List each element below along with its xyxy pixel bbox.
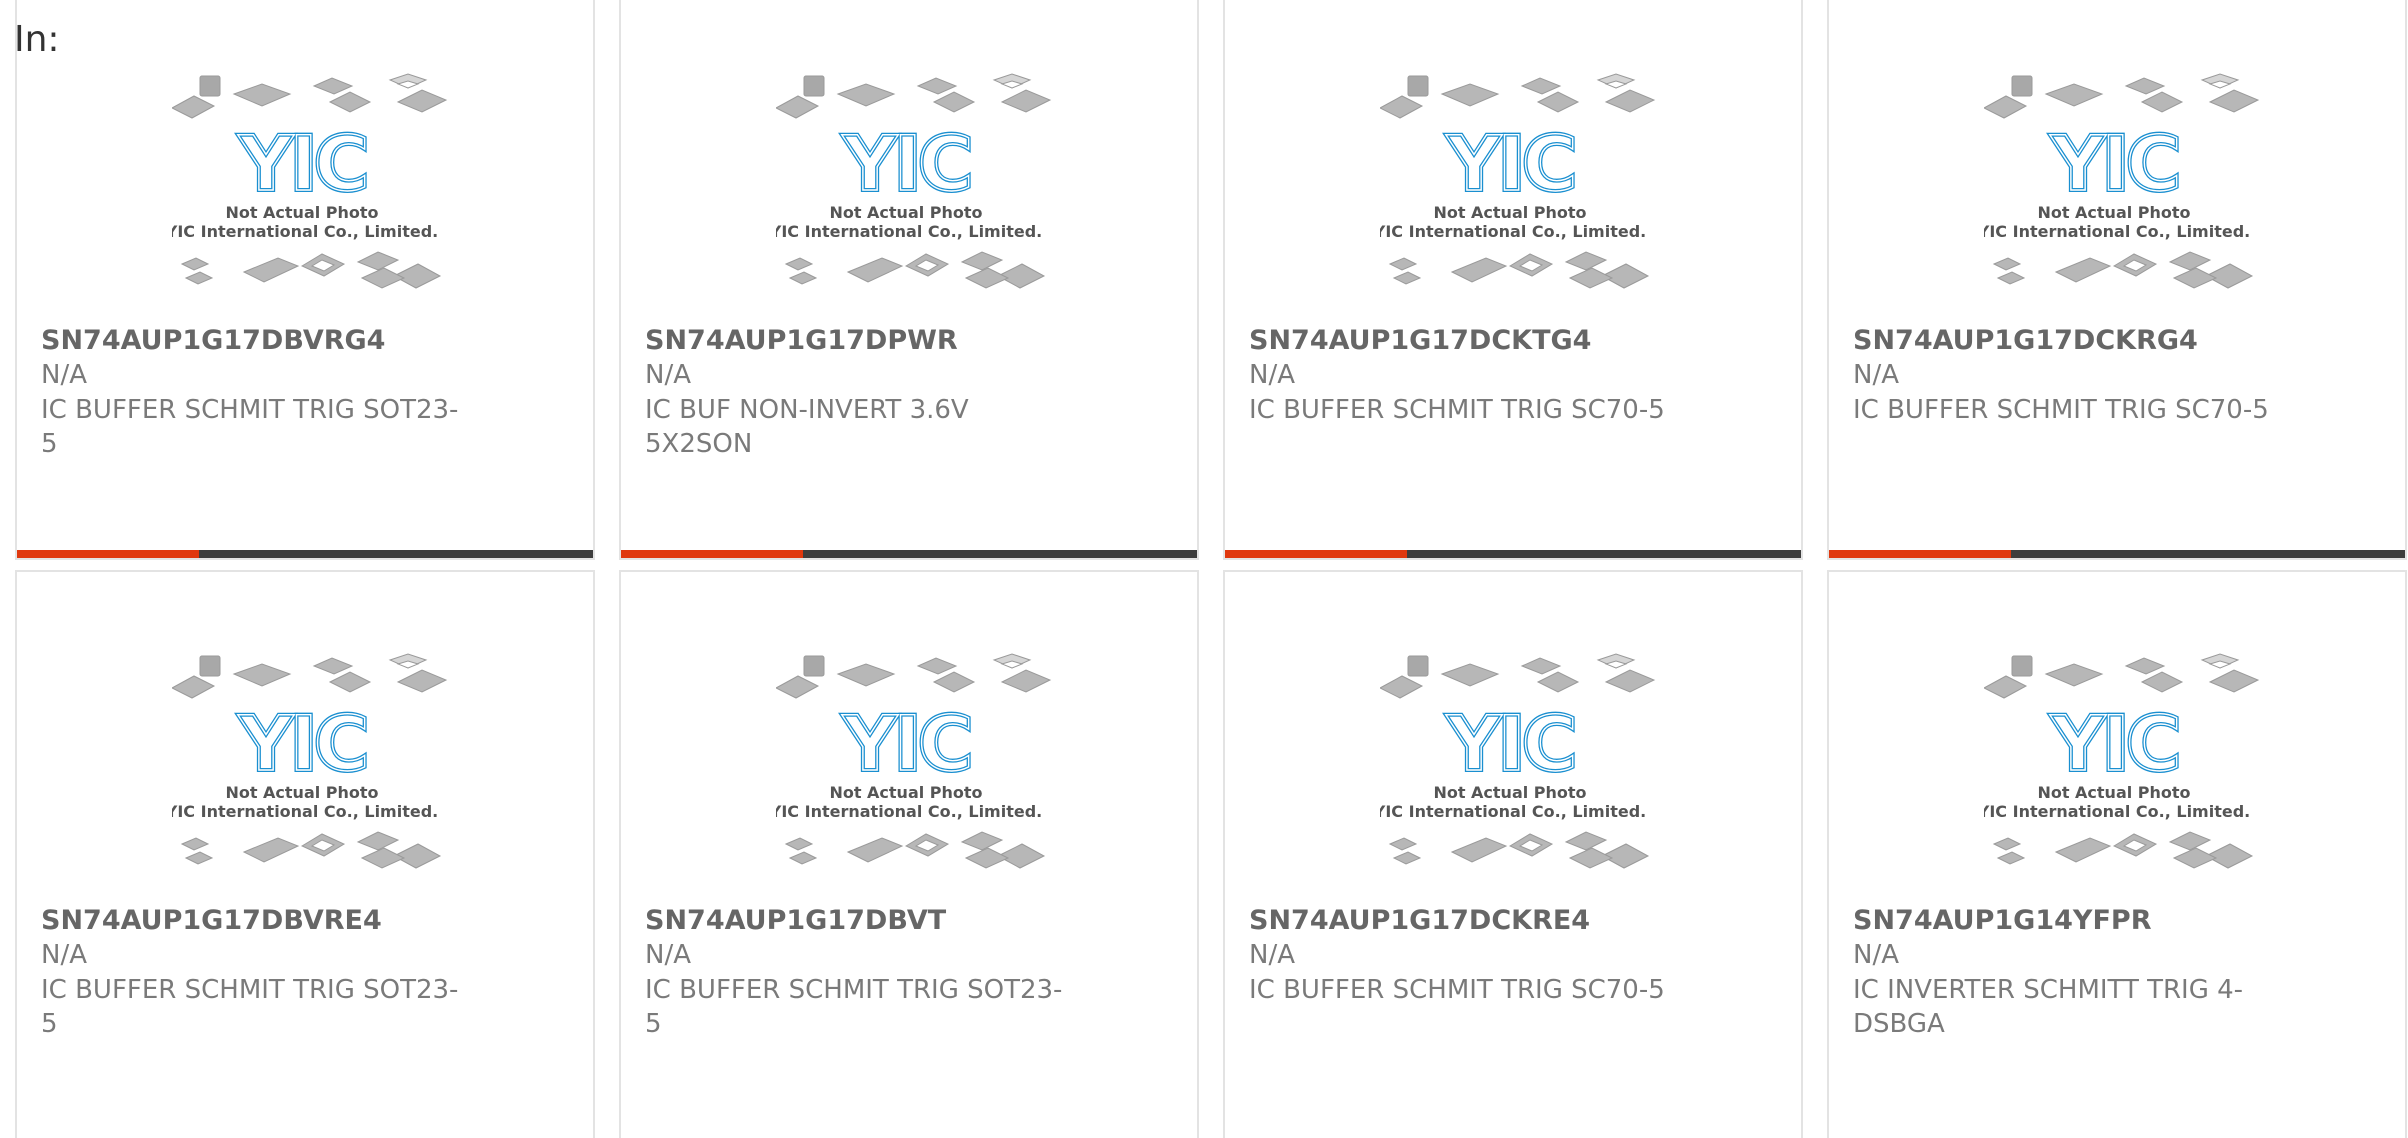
- product-placeholder-image: [1984, 652, 2260, 870]
- product-placeholder-image: [1984, 72, 2260, 290]
- product-card[interactable]: SN74AUP1G17DCKTG4 N/A IC BUFFER SCHMIT T…: [1223, 0, 1803, 560]
- product-grid: SN74AUP1G17DBVRG4 N/A IC BUFFER SCHMIT T…: [15, 0, 2407, 1138]
- manufacturer: N/A: [645, 940, 691, 970]
- manufacturer: N/A: [1853, 360, 1899, 390]
- part-number-link[interactable]: SN74AUP1G17DPWR: [645, 325, 958, 356]
- product-description: IC BUFFER SCHMIT TRIG SOT23-5: [41, 975, 459, 1039]
- product-placeholder-image: [172, 652, 448, 870]
- card-bottom-bar: [621, 550, 1197, 558]
- product-card[interactable]: SN74AUP1G17DBVT N/A IC BUFFER SCHMIT TRI…: [619, 570, 1199, 1138]
- product-description: IC BUFFER SCHMIT TRIG SC70-5: [1249, 975, 1665, 1005]
- product-placeholder-image: [1380, 652, 1656, 870]
- card-bottom-bar: [1829, 550, 2405, 558]
- product-description: IC BUFFER SCHMIT TRIG SC70-5: [1853, 395, 2269, 425]
- manufacturer: N/A: [1249, 940, 1295, 970]
- product-card[interactable]: SN74AUP1G17DBVRG4 N/A IC BUFFER SCHMIT T…: [15, 0, 595, 560]
- part-number-link[interactable]: SN74AUP1G17DBVRE4: [41, 905, 382, 936]
- product-card[interactable]: SN74AUP1G17DCKRG4 N/A IC BUFFER SCHMIT T…: [1827, 0, 2407, 560]
- product-placeholder-image: [776, 652, 1052, 870]
- part-number-link[interactable]: SN74AUP1G14YFPR: [1853, 905, 2152, 936]
- manufacturer: N/A: [645, 360, 691, 390]
- part-number-link[interactable]: SN74AUP1G17DCKTG4: [1249, 325, 1591, 356]
- in-label: In:: [14, 19, 60, 60]
- manufacturer: N/A: [1249, 360, 1295, 390]
- card-accent-bar: [1225, 550, 1407, 558]
- part-number-link[interactable]: SN74AUP1G17DCKRE4: [1249, 905, 1590, 936]
- product-card[interactable]: SN74AUP1G17DCKRE4 N/A IC BUFFER SCHMIT T…: [1223, 570, 1803, 1138]
- card-bottom-bar: [17, 550, 593, 558]
- product-list-page: SN74AUP1G17DBVRG4 N/A IC BUFFER SCHMIT T…: [0, 0, 2408, 1138]
- product-placeholder-image: [172, 72, 448, 290]
- product-placeholder-image: [1380, 72, 1656, 290]
- product-card[interactable]: SN74AUP1G17DPWR N/A IC BUF NON-INVERT 3.…: [619, 0, 1199, 560]
- product-placeholder-image: [776, 72, 1052, 290]
- manufacturer: N/A: [1853, 940, 1899, 970]
- product-description: IC INVERTER SCHMITT TRIG 4-DSBGA: [1853, 975, 2244, 1039]
- card-bottom-bar: [1225, 550, 1801, 558]
- part-number-link[interactable]: SN74AUP1G17DCKRG4: [1853, 325, 2198, 356]
- card-accent-bar: [17, 550, 199, 558]
- card-accent-bar: [1829, 550, 2011, 558]
- product-description: IC BUFFER SCHMIT TRIG SOT23-5: [645, 975, 1063, 1039]
- product-description: IC BUF NON-INVERT 3.6V 5X2SON: [645, 395, 969, 459]
- card-accent-bar: [621, 550, 803, 558]
- part-number-link[interactable]: SN74AUP1G17DBVRG4: [41, 325, 385, 356]
- product-description: IC BUFFER SCHMIT TRIG SOT23-5: [41, 395, 459, 459]
- manufacturer: N/A: [41, 940, 87, 970]
- part-number-link[interactable]: SN74AUP1G17DBVT: [645, 905, 946, 936]
- product-description: IC BUFFER SCHMIT TRIG SC70-5: [1249, 395, 1665, 425]
- product-card[interactable]: SN74AUP1G17DBVRE4 N/A IC BUFFER SCHMIT T…: [15, 570, 595, 1138]
- manufacturer: N/A: [41, 360, 87, 390]
- product-card[interactable]: SN74AUP1G14YFPR N/A IC INVERTER SCHMITT …: [1827, 570, 2407, 1138]
